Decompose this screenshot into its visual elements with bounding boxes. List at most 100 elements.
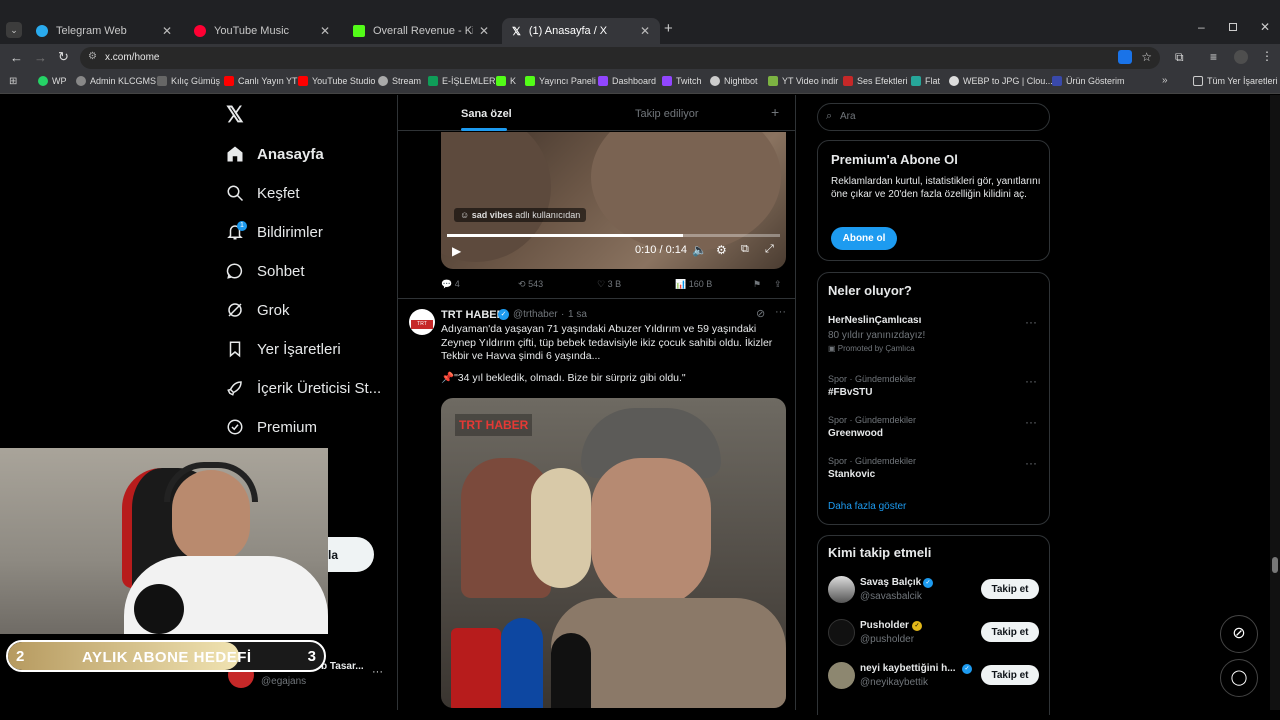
more-icon[interactable]: ··· (1025, 315, 1037, 329)
tweet-image[interactable]: TRT HABER (441, 398, 786, 708)
nav-premium[interactable]: Premium (226, 418, 317, 436)
tweet-time[interactable]: 1 sa (568, 309, 587, 320)
address-bar[interactable]: ⚙ x.com/home ☆ (80, 47, 1160, 69)
bookmark-nightbot[interactable]: Nightbot (710, 76, 758, 86)
scrollbar-thumb[interactable] (1272, 557, 1278, 573)
volume-icon[interactable]: 🔈 (692, 243, 707, 257)
minimize-button[interactable]: – (1198, 20, 1205, 34)
bookmark-stream[interactable]: Stream (378, 76, 421, 86)
tweet-trt[interactable]: TRT TRT HABER ✓ @trthaber · 1 sa ⊘ ··· A… (398, 300, 795, 710)
tab-following[interactable]: Takip ediliyor (635, 108, 699, 120)
more-icon[interactable]: ··· (775, 306, 786, 318)
nav-creator-studio[interactable]: İçerik Üreticisi St... (226, 379, 381, 397)
views-icon: 📊 (675, 279, 687, 289)
tweet-author-name[interactable]: TRT HABER (441, 309, 505, 321)
media-icon[interactable]: ≡ (1210, 50, 1217, 64)
browser-toolbar: ← → ↻ ⚙ x.com/home ☆ ⧉ ≡ ⋮ (0, 44, 1280, 72)
pip-icon[interactable]: ⧉ (741, 243, 749, 256)
reply-button[interactable]: 💬 4 (441, 279, 460, 290)
bookmark-urun-gosterim[interactable]: Ürün Gösterim (1052, 76, 1125, 86)
close-icon[interactable]: ✕ (640, 24, 650, 38)
more-bookmarks-icon[interactable]: » (1162, 75, 1168, 86)
bookmark-youtube-studio[interactable]: YouTube Studio (298, 76, 375, 86)
bookmark-wp[interactable]: WP (38, 76, 67, 86)
video-scrubber[interactable] (447, 234, 780, 237)
back-icon[interactable]: ← (10, 50, 23, 65)
more-icon[interactable]: ··· (1025, 415, 1037, 429)
subscribe-button[interactable]: Abone ol (831, 227, 897, 250)
like-button[interactable]: ♡ 3 B (597, 279, 621, 290)
x-logo-icon[interactable]: 𝕏 (226, 104, 244, 126)
bookmark-kilic[interactable]: Kılıç Gümüş (157, 76, 220, 86)
page-scrollbar[interactable] (1270, 95, 1280, 710)
trend-item[interactable]: Spor · Gündemdekiler Greenwood (828, 415, 1043, 445)
search-box[interactable]: ⌕ Ara (817, 103, 1050, 131)
share-button[interactable]: ⇪ (774, 279, 782, 290)
bookmark-e-islemler[interactable]: E-İŞLEMLER (428, 76, 496, 86)
play-icon[interactable]: ▶ (452, 244, 461, 258)
forward-icon[interactable]: → (34, 50, 47, 65)
follow-button[interactable]: Takip et (981, 665, 1039, 685)
tweet-handle[interactable]: @trthaber (513, 309, 558, 320)
nav-home[interactable]: Anasayfa (226, 145, 324, 163)
close-window-button[interactable]: ✕ (1260, 20, 1270, 34)
extensions-icon[interactable]: ⧉ (1175, 50, 1184, 65)
nav-grok[interactable]: Grok (226, 301, 290, 319)
bookmark-admin[interactable]: Admin KLCGMS (76, 76, 156, 86)
fullscreen-icon[interactable]: ⤢ (765, 243, 774, 256)
tab-x-home[interactable]: 𝕏 (1) Anasayfa / X ✕ (502, 18, 660, 44)
site-info-icon[interactable]: ⚙ (88, 51, 97, 62)
tab-telegram[interactable]: Telegram Web ✕ (26, 18, 182, 44)
messages-float-button[interactable]: ◯ (1220, 659, 1258, 697)
apps-icon[interactable]: ⊞ (9, 76, 17, 87)
maximize-button[interactable] (1229, 23, 1237, 31)
bookmark-dashboard[interactable]: Dashboard (598, 76, 656, 86)
nav-chat[interactable]: Sohbet (226, 262, 305, 280)
bookmark-all[interactable]: Tüm Yer İşaretleri (1193, 76, 1278, 86)
show-more-link[interactable]: Daha fazla göster (828, 501, 906, 512)
trend-item[interactable]: HerNeslinÇamlıcası 80 yıldır yanınızdayı… (828, 315, 1043, 357)
reload-icon[interactable]: ↻ (58, 49, 69, 65)
settings-icon[interactable]: ⚙ (716, 243, 727, 257)
bookmark-webp-to-jpg[interactable]: WEBP to JPG | Clou... (949, 76, 1053, 86)
profile-icon[interactable] (1234, 50, 1248, 64)
repost-button[interactable]: ⟲ 543 (518, 279, 543, 290)
bookmark-k[interactable]: K (496, 76, 516, 86)
grok-icon[interactable]: ⊘ (756, 307, 765, 320)
avatar[interactable]: TRT (409, 309, 435, 335)
more-icon[interactable]: ··· (372, 666, 383, 678)
nav-bookmarks[interactable]: Yer İşaretleri (226, 340, 341, 358)
tab-search-chevron-icon[interactable]: ⌄ (6, 22, 22, 38)
translate-icon[interactable] (1118, 50, 1132, 64)
menu-icon[interactable]: ⋮ (1261, 49, 1273, 63)
tab-kick-dashboard[interactable]: Overall Revenue - Kick Dashboard ✕ (343, 18, 499, 44)
grok-float-button[interactable]: ⊘ (1220, 615, 1258, 653)
more-icon[interactable]: ··· (1025, 456, 1037, 470)
site-icon (1052, 76, 1062, 86)
add-tab-icon[interactable]: + (771, 104, 779, 120)
tab-for-you[interactable]: Sana özel (461, 108, 512, 120)
star-icon[interactable]: ☆ (1141, 50, 1152, 64)
follow-button[interactable]: Takip et (981, 579, 1039, 599)
new-tab-button[interactable]: + (664, 20, 673, 37)
trend-item[interactable]: Spor · Gündemdekiler #FBvSTU (828, 374, 1043, 404)
nav-explore[interactable]: Keşfet (226, 184, 300, 202)
close-icon[interactable]: ✕ (162, 24, 172, 38)
bookmark-ses-efektleri[interactable]: Ses Efektleri (843, 76, 908, 86)
bookmark-canli-yayin[interactable]: Canlı Yayın YT (224, 76, 298, 86)
trend-item[interactable]: Spor · Gündemdekiler Stankovic (828, 456, 1043, 486)
video-frame-animal (441, 132, 551, 262)
video-player[interactable]: ☺ sad vibes adlı kullanıcıdan ▶ 0:10 / 0… (441, 132, 786, 269)
follow-button[interactable]: Takip et (981, 622, 1039, 642)
tab-youtube-music[interactable]: YouTube Music ✕ (184, 18, 340, 44)
more-icon[interactable]: ··· (1025, 374, 1037, 388)
bookmark-flat[interactable]: Flat (911, 76, 940, 86)
views-button[interactable]: 📊 160 B (675, 279, 712, 290)
bookmark-button[interactable]: ⚑ (753, 279, 761, 290)
close-icon[interactable]: ✕ (479, 24, 489, 38)
bookmark-twitch[interactable]: Twitch (662, 76, 702, 86)
close-icon[interactable]: ✕ (320, 24, 330, 38)
bookmark-yt-video-indir[interactable]: YT Video indir (768, 76, 838, 86)
bookmark-yayinci-paneli[interactable]: Yayıncı Paneli (525, 76, 596, 86)
who-to-follow-title: Kimi takip etmeli (828, 545, 932, 560)
